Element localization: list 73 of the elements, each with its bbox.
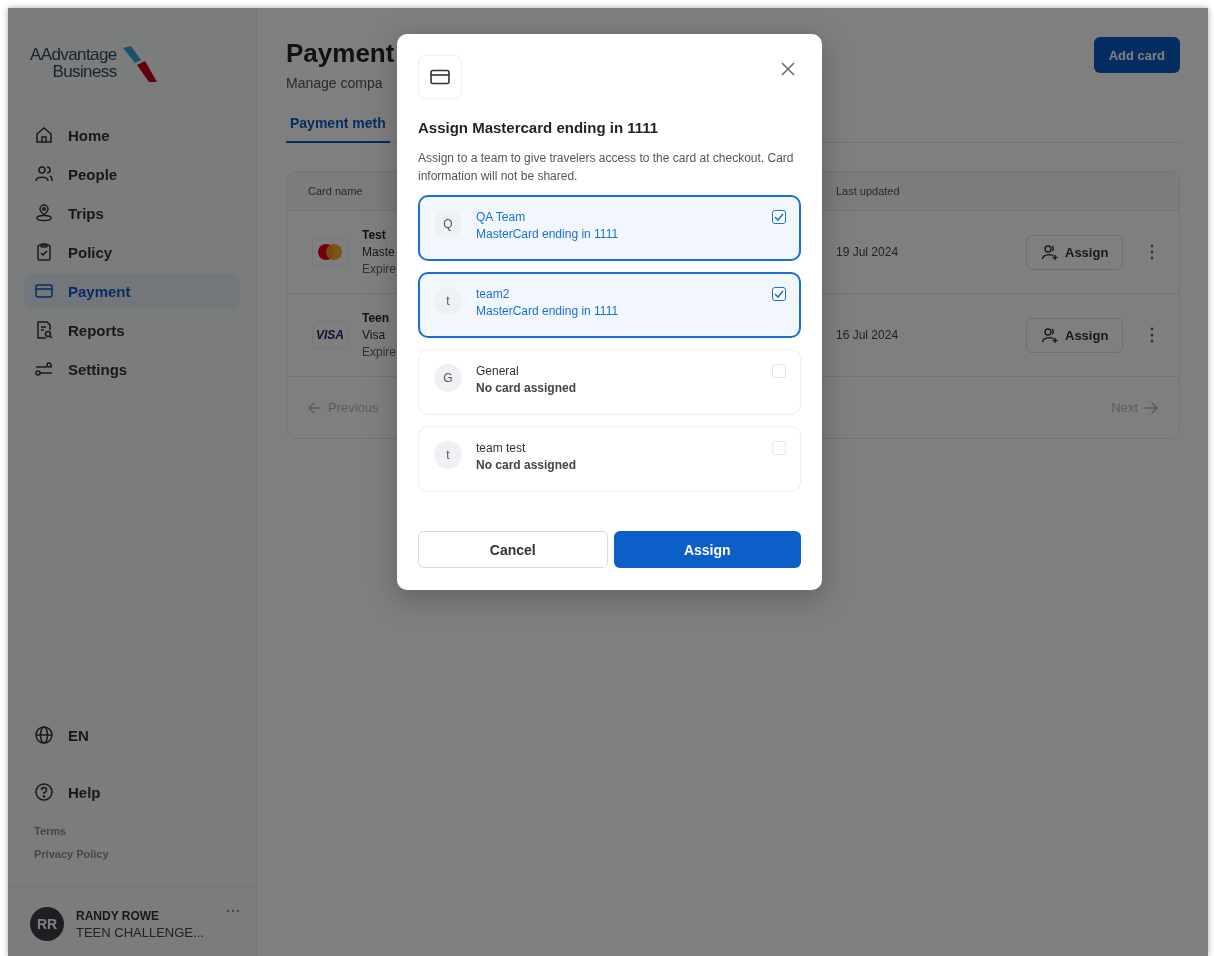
arrow-left-icon: [308, 401, 322, 414]
checkbox[interactable]: [772, 287, 786, 301]
assign-confirm-button[interactable]: Assign: [613, 531, 801, 568]
user-name: RANDY ROWE: [76, 908, 161, 923]
team-option[interactable]: t team2 MasterCard ending in 1111: [418, 272, 801, 338]
language-selector[interactable]: EN: [24, 718, 240, 752]
assign-button[interactable]: Assign: [1026, 234, 1124, 270]
team-name: General: [476, 364, 520, 378]
team-card-status: No card assigned: [476, 381, 578, 395]
team-card-status: MasterCard ending in 1111: [476, 304, 620, 318]
globe-icon: [34, 725, 54, 745]
nav-item[interactable]: Policy: [24, 235, 240, 269]
assign-button[interactable]: Assign: [1026, 317, 1124, 353]
credit-card-icon: [34, 281, 54, 301]
team-initial: t: [434, 441, 462, 469]
page-subtitle: Manage compa: [286, 75, 384, 91]
logo-tail-icon: [120, 46, 159, 84]
team-option[interactable]: t team test No card assigned: [418, 426, 801, 492]
help-icon: [34, 782, 54, 802]
logo-text: Business: [52, 63, 117, 80]
card-name: Test: [362, 226, 387, 244]
team-card-status: MasterCard ending in 1111: [476, 227, 620, 241]
team-card-status: No card assigned: [476, 458, 578, 472]
team-initial: Q: [434, 210, 462, 238]
nav-item[interactable]: Reports: [24, 313, 240, 347]
card-expiry: Expire: [362, 260, 396, 278]
team-name: QA Team: [476, 210, 527, 224]
card-expiry: Expire: [362, 343, 396, 361]
sliders-icon: [34, 359, 54, 379]
people-icon: [34, 164, 54, 184]
checkbox[interactable]: [772, 210, 786, 224]
add-card-button[interactable]: Add card: [1093, 37, 1180, 73]
page-title: Payment: [286, 37, 395, 69]
kebab-menu-icon[interactable]: [1150, 327, 1155, 343]
credit-card-icon: [430, 69, 450, 85]
user-organization: TEEN CHALLENGE...: [76, 924, 204, 940]
dialog-title: Assign Mastercard ending in 1111: [418, 119, 660, 136]
team-initial: t: [434, 287, 462, 315]
visa-logo: VISA: [316, 328, 344, 342]
nav-item[interactable]: Trips: [24, 196, 240, 230]
nav-item[interactable]: Payment: [24, 274, 240, 308]
close-icon[interactable]: [781, 62, 795, 76]
team-name: team test: [476, 441, 527, 455]
map-pin-icon: [34, 203, 54, 223]
clipboard-icon: [34, 242, 54, 262]
arrow-right-icon: [1144, 401, 1158, 414]
card-type: Visa: [362, 326, 387, 344]
logo-text: AAdvantage: [30, 46, 117, 63]
add-person-icon: [1041, 326, 1059, 344]
table-cell-text: 19 Jul 2024: [836, 245, 900, 259]
report-icon: [34, 320, 54, 340]
team-name: team2: [476, 287, 511, 301]
tab[interactable]: Payment meth: [286, 111, 390, 143]
dialog-description: Assign to a team to give travelers access to the card at checkout. Card information will not be shared.: [418, 150, 795, 185]
card-type: Maste: [362, 243, 396, 261]
team-option[interactable]: G General No card assigned: [418, 349, 801, 415]
help-link[interactable]: Help: [24, 775, 240, 809]
table-cell-text: 16 Jul 2024: [836, 328, 900, 342]
card-name: Teen: [362, 309, 391, 327]
home-icon: [34, 125, 54, 145]
more-icon[interactable]: [226, 909, 240, 913]
nav-item[interactable]: People: [24, 157, 240, 191]
team-option[interactable]: Q QA Team MasterCard ending in 1111: [418, 195, 801, 261]
column-header: Last updated: [836, 185, 901, 197]
cancel-button[interactable]: Cancel: [418, 531, 608, 568]
team-initial: G: [434, 364, 462, 392]
avatar: RR: [30, 907, 64, 941]
add-person-icon: [1041, 243, 1059, 261]
kebab-menu-icon[interactable]: [1150, 244, 1155, 260]
nav-item[interactable]: Settings: [24, 352, 240, 386]
column-header: Card name: [307, 185, 364, 197]
nav-item[interactable]: Home: [24, 118, 240, 152]
mastercard-icon: [316, 243, 344, 261]
